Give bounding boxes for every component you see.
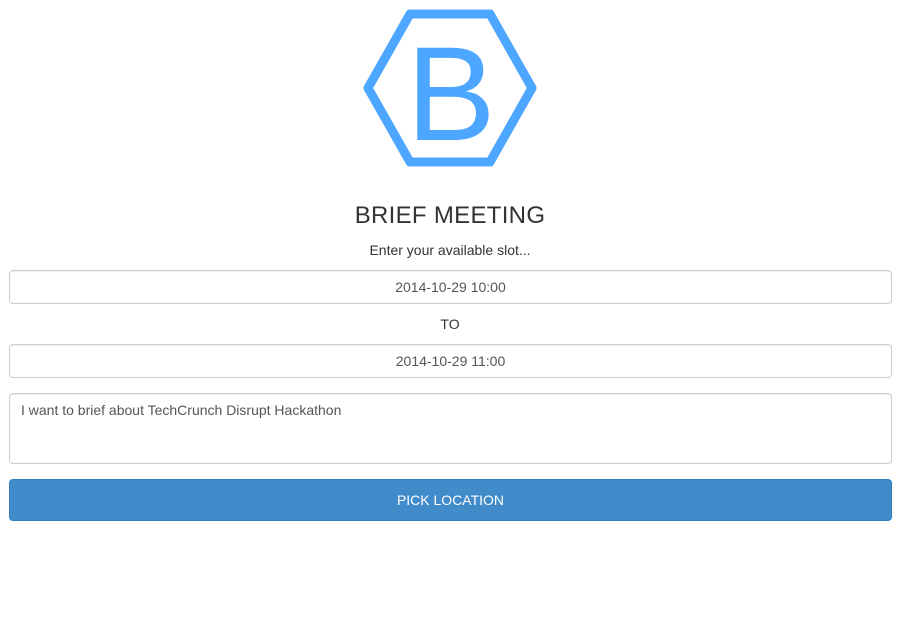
to-label: TO — [440, 316, 460, 332]
hexagon-b-logo-icon: B — [363, 9, 537, 168]
page-title: BRIEF MEETING — [354, 202, 546, 229]
meeting-description-textarea[interactable]: I want to brief about TechCrunch Disrupt… — [9, 393, 892, 464]
end-time-input[interactable] — [9, 344, 892, 378]
logo-letter: B — [406, 20, 495, 168]
start-time-input[interactable] — [9, 270, 892, 304]
brief-meeting-page: B BRIEF MEETING Enter your available slo… — [0, 0, 910, 632]
page-subtitle: Enter your available slot... — [369, 242, 531, 258]
pick-location-button[interactable]: PICK LOCATION — [9, 479, 892, 521]
